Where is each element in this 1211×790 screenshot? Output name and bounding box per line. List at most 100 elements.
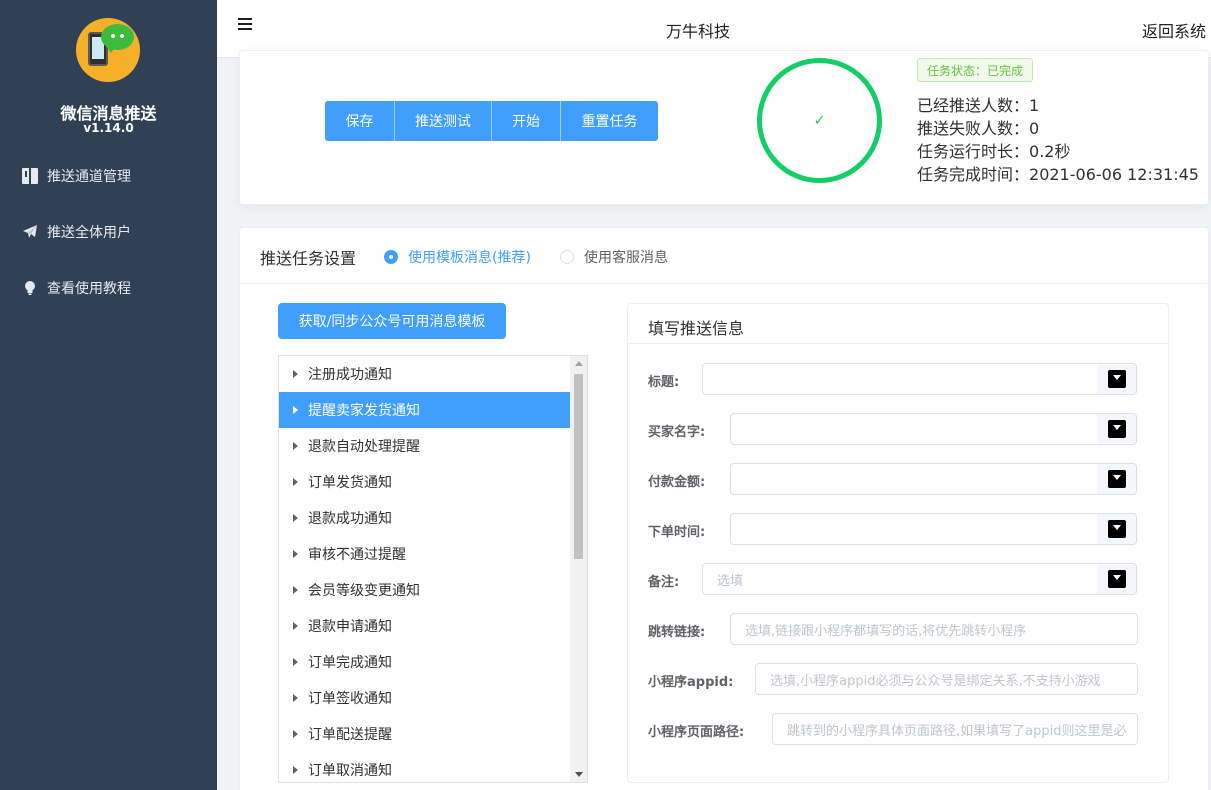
scroll-thumb[interactable] bbox=[574, 374, 583, 559]
list-item-label: 订单发货通知 bbox=[308, 475, 392, 491]
remark-field-label: 备注: bbox=[648, 575, 680, 590]
stat-value: 0 bbox=[1029, 119, 1040, 138]
radio-service-message[interactable]: 使用客服消息 bbox=[560, 247, 668, 267]
stat-label: 推送失败人数： bbox=[917, 119, 1030, 138]
check-icon: ✓ bbox=[813, 112, 826, 129]
template-list[interactable]: 注册成功通知 提醒卖家发货通知 退款自动处理提醒 订单发货通知 退款成功通知 审… bbox=[278, 355, 588, 783]
list-item-label: 注册成功通知 bbox=[308, 367, 392, 383]
task-progress-ring: ✓ bbox=[757, 58, 882, 183]
order-time-field-label: 下单时间: bbox=[648, 525, 706, 540]
app-version: v1.14.0 bbox=[83, 121, 134, 135]
app-logo bbox=[76, 18, 140, 82]
stat-failed-count: 推送失败人数：0 bbox=[917, 115, 1039, 139]
color-swatch-icon bbox=[1107, 520, 1126, 538]
list-item[interactable]: 退款自动处理提醒 bbox=[279, 428, 571, 464]
list-item[interactable]: 订单签收通知 bbox=[279, 680, 571, 716]
list-item[interactable]: 注册成功通知 bbox=[279, 356, 571, 392]
list-item-label: 审核不通过提醒 bbox=[308, 547, 406, 563]
list-item-label: 会员等级变更通知 bbox=[308, 583, 420, 599]
header-title: 万牛科技 bbox=[666, 22, 731, 41]
payment-amount-field[interactable] bbox=[730, 463, 1098, 495]
stat-pushed-count: 已经推送人数：1 bbox=[917, 92, 1039, 116]
stat-run-duration: 任务运行时长：0.2秒 bbox=[917, 138, 1070, 162]
color-swatch-icon bbox=[1107, 570, 1126, 588]
scroll-down-icon[interactable] bbox=[575, 772, 583, 777]
order-time-field[interactable] bbox=[730, 513, 1098, 545]
title-color-picker[interactable] bbox=[1097, 363, 1137, 395]
payment-amount-color-picker[interactable] bbox=[1097, 463, 1137, 495]
stat-value: 0.2秒 bbox=[1029, 142, 1071, 161]
list-item-label: 订单完成通知 bbox=[308, 655, 392, 671]
remark-field[interactable]: 选填 bbox=[702, 563, 1098, 595]
list-item[interactable]: 审核不通过提醒 bbox=[279, 536, 571, 572]
caret-right-icon bbox=[293, 370, 298, 378]
sidebar-item-label: 推送全体用户 bbox=[47, 225, 131, 241]
radio-label: 使用模板消息(推荐) bbox=[408, 250, 531, 266]
settings-title: 推送任务设置 bbox=[260, 249, 357, 268]
settings-header: 推送任务设置 使用模板消息(推荐) 使用客服消息 bbox=[240, 228, 1210, 284]
stat-label: 已经推送人数： bbox=[917, 96, 1030, 115]
radio-template-message[interactable]: 使用模板消息(推荐) bbox=[384, 247, 531, 267]
sidebar-item-push-all-users[interactable]: 推送全体用户 bbox=[0, 212, 217, 252]
color-swatch-icon bbox=[1107, 370, 1126, 388]
radio-dot bbox=[384, 250, 398, 264]
list-item-selected[interactable]: 提醒卖家发货通知 bbox=[279, 392, 571, 428]
jump-link-field[interactable]: 选填,链接跟小程序都填写的话,将优先跳转小程序 bbox=[730, 613, 1138, 645]
start-button[interactable]: 开始 bbox=[492, 101, 561, 141]
menu-toggle-icon[interactable] bbox=[238, 18, 252, 30]
paper-plane-icon bbox=[22, 224, 38, 240]
miniprogram-path-field-label: 小程序页面路径: bbox=[648, 725, 745, 740]
caret-right-icon bbox=[293, 766, 298, 774]
task-button-group: 保存 推送测试 开始 重置任务 bbox=[325, 101, 658, 141]
caret-right-icon bbox=[293, 730, 298, 738]
list-item[interactable]: 订单取消通知 bbox=[279, 752, 571, 782]
sidebar: 微信消息推送 v1.14.0 推送通道管理 推送全体用户 查看使用教程 bbox=[0, 0, 217, 790]
caret-right-icon bbox=[293, 478, 298, 486]
color-swatch-icon bbox=[1107, 470, 1126, 488]
payment-amount-field-label: 付款金额: bbox=[648, 475, 706, 490]
title-field-label: 标题: bbox=[648, 375, 680, 390]
title-field[interactable] bbox=[702, 363, 1098, 395]
form-panel-header: 填写推送信息 bbox=[628, 304, 1168, 344]
back-to-system-link[interactable]: 返回系统 bbox=[1142, 18, 1206, 42]
caret-right-icon bbox=[293, 406, 298, 414]
buyer-name-field[interactable] bbox=[730, 413, 1098, 445]
list-item[interactable]: 退款成功通知 bbox=[279, 500, 571, 536]
template-list-scrollbar[interactable] bbox=[570, 356, 587, 782]
list-item[interactable]: 订单发货通知 bbox=[279, 464, 571, 500]
sidebar-item-label: 查看使用教程 bbox=[47, 281, 131, 297]
buyer-name-field-label: 买家名字: bbox=[648, 425, 706, 440]
stat-value: 2021-06-06 12:31:45 bbox=[1029, 165, 1199, 184]
book-icon bbox=[22, 168, 38, 184]
list-item-label: 订单配送提醒 bbox=[308, 727, 392, 743]
list-item[interactable]: 订单配送提醒 bbox=[279, 716, 571, 752]
radio-dot bbox=[560, 250, 574, 264]
buyer-name-color-picker[interactable] bbox=[1097, 413, 1137, 445]
miniprogram-appid-field[interactable]: 选填,小程序appid必须与公众号是绑定关系,不支持小游戏 bbox=[755, 663, 1138, 695]
sidebar-item-channel-management[interactable]: 推送通道管理 bbox=[0, 156, 217, 196]
reset-task-button[interactable]: 重置任务 bbox=[561, 101, 658, 141]
list-item-label: 退款自动处理提醒 bbox=[308, 439, 420, 455]
list-item[interactable]: 退款申请通知 bbox=[279, 608, 571, 644]
stat-label: 任务运行时长： bbox=[917, 142, 1030, 161]
list-item[interactable]: 会员等级变更通知 bbox=[279, 572, 571, 608]
miniprogram-appid-field-label: 小程序appid: bbox=[648, 675, 734, 690]
sync-templates-button[interactable]: 获取/同步公众号可用消息模板 bbox=[278, 303, 506, 339]
color-swatch-icon bbox=[1107, 420, 1126, 438]
stat-value: 1 bbox=[1029, 96, 1040, 115]
order-time-color-picker[interactable] bbox=[1097, 513, 1137, 545]
list-item[interactable]: 订单完成通知 bbox=[279, 644, 571, 680]
caret-right-icon bbox=[293, 622, 298, 630]
remark-color-picker[interactable] bbox=[1097, 563, 1137, 595]
stat-label: 任务完成时间： bbox=[917, 165, 1030, 184]
push-test-button[interactable]: 推送测试 bbox=[395, 101, 492, 141]
radio-label: 使用客服消息 bbox=[584, 250, 668, 266]
form-title: 填写推送信息 bbox=[648, 319, 745, 338]
list-item-label: 退款成功通知 bbox=[308, 511, 392, 527]
list-item-label: 订单取消通知 bbox=[308, 763, 392, 779]
miniprogram-path-field[interactable]: 跳转到的小程序具体页面路径,如果填写了appid则这里是必 bbox=[772, 713, 1138, 745]
scroll-up-icon[interactable] bbox=[575, 361, 583, 366]
list-item-label: 订单签收通知 bbox=[308, 691, 392, 707]
sidebar-item-tutorial[interactable]: 查看使用教程 bbox=[0, 268, 217, 308]
save-button[interactable]: 保存 bbox=[325, 101, 395, 141]
